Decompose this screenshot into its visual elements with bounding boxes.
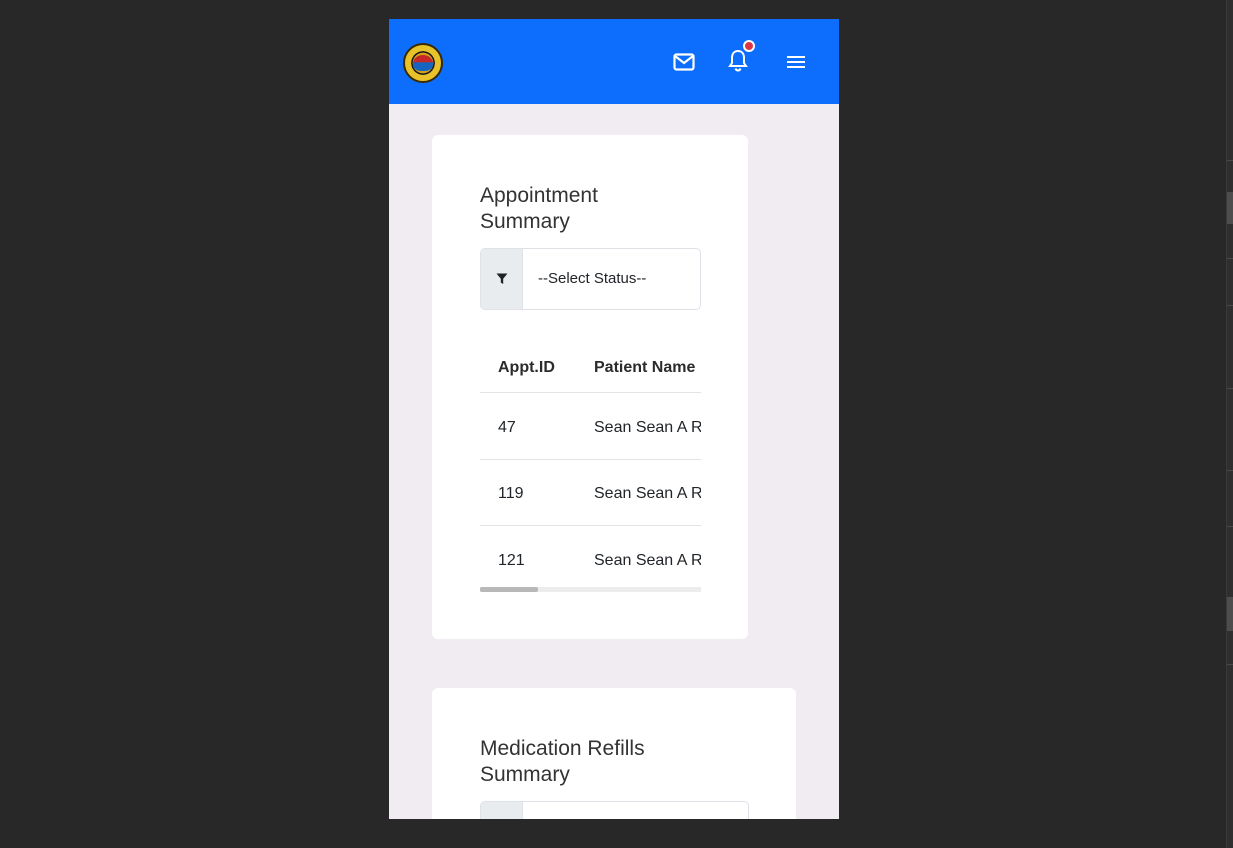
appointment-summary-card: Appointment Summary --Select Status-- Ap…: [432, 135, 748, 639]
funnel-icon: [481, 802, 523, 819]
mail-icon[interactable]: [671, 49, 697, 75]
editor-side-panel-edge: [1226, 0, 1233, 848]
status-filter[interactable]: --Select Status--: [480, 248, 701, 310]
table-cell-appt-id: 47: [498, 419, 516, 436]
medication-refills-summary-card: Medication Refills Summary: [432, 688, 796, 819]
panel-highlight: [1227, 597, 1233, 631]
table-cell-patient-name: Sean Sean A R: [594, 485, 701, 502]
notification-badge: [743, 40, 755, 52]
status-select[interactable]: --Select Status--: [538, 270, 646, 287]
table-cell-patient-name: Sean Sean A R: [594, 552, 701, 569]
panel-divider: [1227, 388, 1233, 389]
table-cell-appt-id: 119: [498, 485, 524, 502]
column-header-patient-name[interactable]: Patient Name: [594, 359, 695, 377]
hamburger-menu-icon[interactable]: [783, 49, 809, 75]
appointments-table: Appt.ID Patient Name 47 Sean Sean A R 11…: [480, 341, 701, 593]
seal-emblem: [413, 55, 433, 71]
appointment-summary-title: Appointment Summary: [480, 184, 598, 233]
row-divider: [480, 525, 701, 526]
municipal-seal-logo[interactable]: [403, 43, 443, 83]
panel-divider: [1227, 526, 1233, 527]
table-cell-patient-name: Sean Sean A R: [594, 419, 701, 436]
panel-divider: [1227, 305, 1233, 306]
top-navbar: [389, 19, 839, 104]
row-divider: [480, 392, 701, 393]
scrollbar-thumb[interactable]: [480, 587, 538, 592]
medication-refills-summary-title: Medication Refills Summary: [480, 737, 645, 786]
table-cell-appt-id: 121: [498, 552, 525, 569]
mobile-viewport: Appointment Summary --Select Status-- Ap…: [389, 19, 839, 819]
row-divider: [480, 459, 701, 460]
funnel-icon: [481, 249, 523, 309]
panel-divider: [1227, 160, 1233, 161]
panel-highlight: [1227, 192, 1233, 224]
panel-divider: [1227, 470, 1233, 471]
column-header-appt-id[interactable]: Appt.ID: [498, 359, 555, 377]
panel-divider: [1227, 664, 1233, 665]
refill-status-filter[interactable]: [480, 801, 749, 819]
panel-divider: [1227, 258, 1233, 259]
